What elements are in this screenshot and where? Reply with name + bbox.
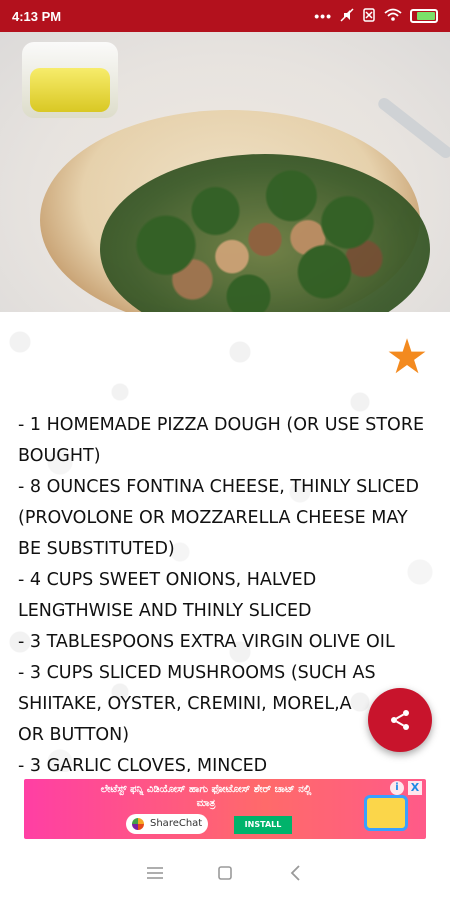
sim-icon — [362, 7, 376, 25]
ingredient-item: - 1 homemade pizza dough (or use store b… — [18, 415, 425, 466]
status-icons: ••• — [314, 7, 438, 25]
ingredient-item: - 3 garlic cloves, minced — [18, 756, 268, 772]
ad-image — [364, 795, 408, 831]
mute-icon — [340, 7, 354, 25]
status-bar: 4:13 PM ••• — [0, 0, 450, 32]
menu-icon[interactable] — [143, 861, 167, 885]
ad-install-button[interactable]: INSTALL NOW — [234, 816, 292, 839]
knife-image — [375, 95, 450, 161]
ad-info-icon[interactable]: i — [390, 781, 404, 795]
pizza-topping-image — [100, 154, 430, 312]
ad-banner[interactable]: ಲೇಟೆಸ್ಟ್ ಫನ್ನಿ ವಿಡಿಯೋಸ್ ಹಾಗು ಫೋಟೋಸ್ ಶೇರ್… — [24, 779, 426, 839]
ad-brand-logo: ShareChat — [126, 814, 208, 834]
recipe-hero-image — [0, 32, 450, 312]
wifi-icon — [384, 8, 402, 25]
ingredient-item: - 3 tablespoons extra virgin olive oil — [18, 632, 395, 652]
star-icon[interactable]: ★ — [382, 332, 432, 382]
ad-headline: ಲೇಟೆಸ್ಟ್ ಫನ್ನಿ ವಿಡಿಯೋಸ್ ಹಾಗು ಫೋಟೋಸ್ ಶೇರ್… — [100, 784, 312, 809]
olive-oil-bottle-image — [22, 42, 118, 118]
share-icon — [391, 710, 409, 730]
share-button[interactable] — [368, 688, 432, 752]
overflow-dots-icon: ••• — [314, 8, 332, 24]
ingredient-item: - 4 cups sweet onions, halved lengthwise… — [18, 570, 317, 621]
ingredient-item: - 8 ounces fontina cheese, thinly sliced… — [18, 477, 419, 559]
status-time: 4:13 PM — [12, 8, 62, 24]
back-icon[interactable] — [283, 861, 307, 885]
home-square-icon[interactable] — [213, 861, 237, 885]
battery-icon — [410, 9, 438, 23]
navigation-bar — [0, 845, 450, 900]
ad-close-icon[interactable]: X — [408, 781, 422, 795]
pizza-image — [40, 110, 430, 312]
